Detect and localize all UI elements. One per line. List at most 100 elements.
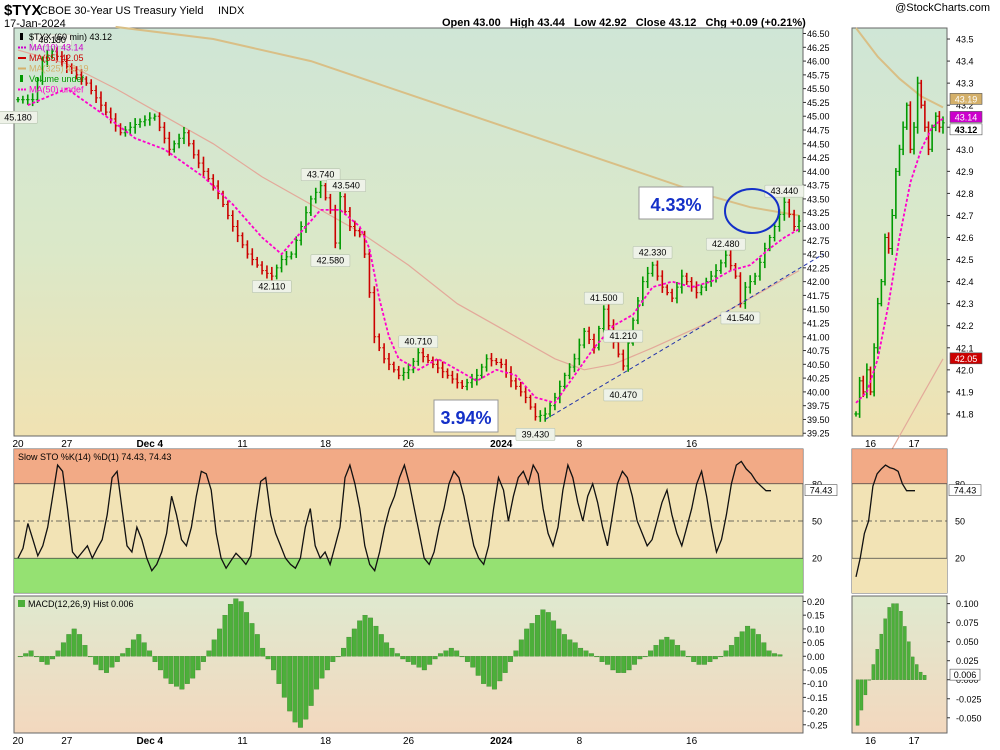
price-panel-ytick-label: 42.25 [807,263,830,273]
side-xtick-label: 16 [865,439,877,450]
price-panel-ytick-label: 45.50 [807,84,830,94]
macd-panel-ytick-label: -0.05 [807,665,828,675]
macd-panel-hist-bar [637,656,643,660]
side-macd-panel-hist-bar [863,679,868,696]
high-yield-callout-text: 4.33% [650,195,701,215]
price-xtick-label: 2024 [490,439,513,450]
macd-panel-hist-bar [675,645,681,657]
price-panel-ytick-label: 40.75 [807,346,830,356]
macd-panel-hist-bar [362,615,368,657]
macd-panel-hist-bar [545,612,551,657]
side-price-panel-ytick-label: 42.6 [956,233,974,243]
side-macd-panel-hist-bar [922,675,927,680]
macd-panel-hist-bar [411,656,417,665]
side-macd-panel-hist-bar [859,679,864,711]
macd-panel-hist-bar [561,634,567,657]
macd-panel-hist-bar [39,656,45,662]
side-macd-last-value-text: 0.006 [954,670,977,680]
side-macd-panel-hist-bar [918,671,923,680]
side-bottom-xtick-label: 16 [865,736,877,747]
macd-panel-hist-bar [766,650,772,657]
macd-panel-hist-bar [481,656,487,684]
side-macd-panel-hist-bar [883,618,887,680]
macd-panel-hist-bar [491,656,497,690]
price-label-text: 42.110 [258,282,285,292]
macd-panel-ytick-label: 0.05 [807,638,825,648]
side-price-panel-ytick-label: 41.8 [956,409,974,419]
macd-panel-hist-bar [432,656,438,660]
side-sto-panel-overbought-zone [852,449,947,484]
macd-panel-hist-bar [23,653,29,657]
macd-panel-title: MACD(12,26,9) Hist 0.006 [28,599,134,609]
macd-panel-ytick-label: -0.10 [807,679,828,689]
price-label-text: 45.180 [4,112,32,122]
macd-panel-hist-bar [163,656,169,679]
macd-panel-hist-bar [556,628,562,657]
macd-panel-hist-bar [50,656,56,660]
bottom-xtick-label: 8 [577,736,583,747]
macd-panel-hist-bar [718,656,724,658]
price-xtick-label: Dec 4 [136,439,163,450]
macd-panel-hist-bar [211,639,217,657]
macd-panel-hist-bar [405,656,411,662]
bottom-xtick-label: 20 [12,736,24,747]
price-panel-ytick-label: 42.75 [807,236,830,246]
macd-panel-hist-bar [222,615,228,657]
price-panel-ytick-label: 41.75 [807,291,830,301]
macd-panel-hist-bar [443,650,449,657]
macd-panel-hist-bar [147,650,153,657]
macd-panel-hist-bar [244,612,250,657]
price-label: 45.180 [0,110,38,124]
macd-panel-hist-bar [60,642,66,657]
side-macd-panel-ytick-label: 0.025 [956,656,979,666]
macd-panel-hist-bar [141,642,147,657]
macd-panel-hist-bar [265,656,271,660]
macd-panel-hist-bar [233,598,239,657]
price-xtick-label: 26 [403,439,415,450]
sto-panel-last-value: 74.43 [804,484,838,496]
side-price-panel-ytick-label: 43.0 [956,145,974,155]
price-panel-ytick-label: 40.00 [807,387,830,397]
side-macd-panel-hist-bar [911,656,915,680]
macd-panel-hist-bar [28,650,34,657]
side-price-panel-ytick-label: 42.2 [956,321,974,331]
side-sto-panel-ytick-label: 20 [955,554,965,564]
macd-panel-hist-bar [303,656,309,720]
macd-panel-hist-bar [658,639,664,657]
macd-panel-hist-bar [114,656,120,662]
side-price-panel-ytick-label: 41.9 [956,387,974,397]
price-label: 41.210 [603,329,644,343]
macd-panel-hist-bar [540,609,546,657]
low-yield-callout: 3.94% [433,399,499,433]
price-panel-ytick-label: 43.75 [807,181,830,191]
macd-panel-hist-bar [750,628,756,657]
macd-panel-hist-bar [98,656,104,671]
macd-panel-hist-bar [249,623,255,657]
price-label-text: 41.500 [590,293,618,303]
side-macd-panel-hist-bar [879,633,883,680]
side-macd-panel-ytick-label: -0.050 [956,713,982,723]
price-panel-ytick-label: 40.25 [807,374,830,384]
macd-panel-hist-bar [314,656,320,690]
macd-panel-hist-bar [400,656,406,660]
macd-panel-hist-bar [572,642,578,657]
side-price-box-text: 42.05 [955,354,978,364]
macd-panel-hist-bar [653,645,659,657]
price-panel-ytick-label: 46.25 [807,43,830,53]
price-label-text: 43.540 [332,181,360,191]
side-xtick-label: 17 [908,439,920,450]
price-label-text: 42.330 [639,247,667,257]
macd-panel-hist-bar [707,656,713,662]
macd-panel-hist-bar [346,636,352,657]
macd-panel-hist-bar [217,628,223,657]
macd-panel-hist-bar [702,656,707,665]
price-panel-ytick-label: 45.25 [807,98,830,108]
macd-panel-hist-bar [373,625,379,657]
chart-root: $TYX CBOE 30-Year US Treasury Yield INDX… [0,0,1000,750]
price-label: 40.470 [603,388,644,402]
price-label-text: 43.740 [307,170,335,180]
sto-panel-last-value-text: 74.43 [810,486,833,496]
price-label: 43.540 [326,179,366,193]
legend-entry: MA(65) 42.05 [29,53,84,63]
side-price-box: 42.05 [949,352,983,365]
